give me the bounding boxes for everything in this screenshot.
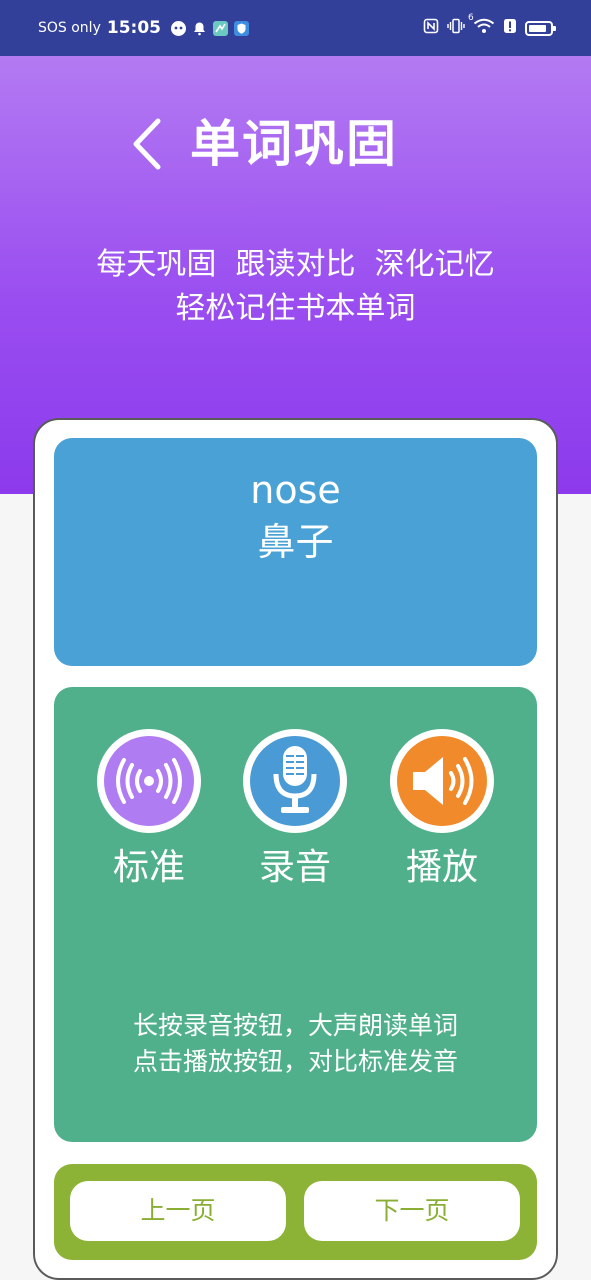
battery-icon (525, 20, 556, 36)
bell-icon (192, 21, 207, 36)
record-label: 录音 (258, 847, 331, 888)
wifi-icon: 6 (468, 13, 495, 38)
app-notification-icon (212, 20, 228, 36)
play-button[interactable]: 播放 (390, 729, 494, 891)
microphone-icon (250, 736, 340, 826)
word-panel: nose 鼻子 (54, 438, 537, 666)
hint-line-2: 点击播放按钮，对比标准发音 (132, 1047, 458, 1076)
chevron-left-icon (133, 118, 161, 170)
carrier-text: SOS only (38, 20, 101, 36)
play-label: 播放 (405, 847, 478, 888)
clock-time: 15:05 (106, 18, 161, 38)
record-button[interactable]: 录音 (243, 729, 347, 891)
subtitle-line-2: 轻松记住书本单词 (175, 291, 416, 326)
alert-icon (503, 18, 517, 38)
hint-line-1: 长按录音按钮，大声朗读单词 (132, 1011, 458, 1040)
record-button-ring (243, 729, 347, 833)
next-page-button[interactable]: 下一页 (304, 1181, 520, 1241)
shield-icon (233, 20, 249, 36)
speaker-icon (397, 736, 487, 826)
subtitle-line-1: 每天巩固 跟读对比 深化记忆 (96, 247, 495, 282)
back-button[interactable] (128, 116, 168, 172)
recording-panel: 标准 录音 播放 长按录音按钮，大声朗读单词 点击播放按钮，对比标准发音 (54, 687, 537, 1142)
play-button-ring (390, 729, 494, 833)
navigation-panel: 上一页 下一页 (54, 1164, 537, 1260)
page-title: 单词巩固 (190, 115, 398, 173)
signal-broadcast-icon (104, 736, 194, 826)
standard-button-ring (97, 729, 201, 833)
prev-page-button[interactable]: 上一页 (70, 1181, 286, 1241)
standard-label: 标准 (112, 847, 185, 888)
word-english: nose (250, 468, 341, 512)
nfc-icon (423, 18, 439, 38)
status-bar-right: 6 (423, 13, 556, 38)
vibrate-icon (447, 18, 465, 38)
word-chinese: 鼻子 (257, 520, 334, 564)
standard-button[interactable]: 标准 (97, 729, 201, 891)
chat-notification-icon (170, 20, 186, 36)
status-bar-left: SOS only 15:05 (38, 18, 249, 38)
network-type-label: 6 (468, 13, 474, 23)
status-bar: SOS only 15:05 6 (0, 0, 591, 56)
